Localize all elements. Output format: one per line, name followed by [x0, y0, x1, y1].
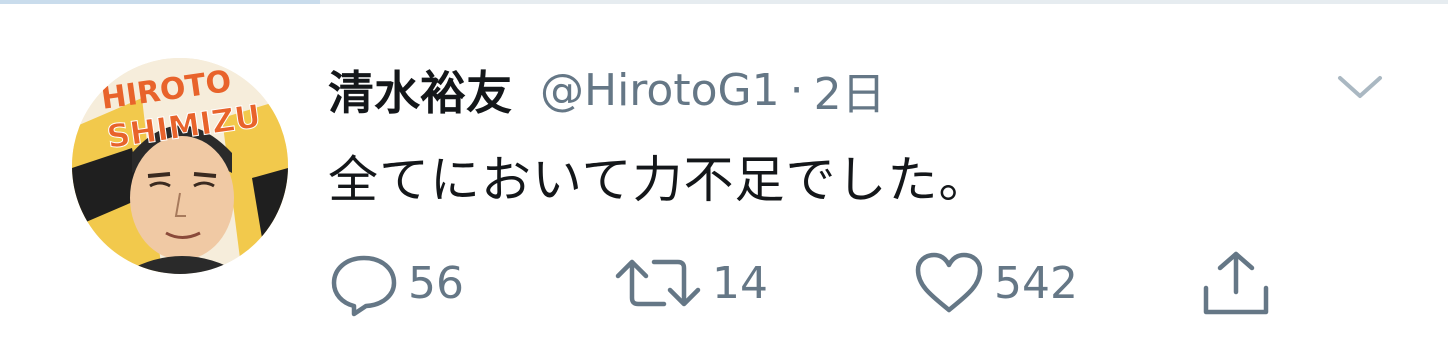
chevron-down-icon[interactable] — [1332, 66, 1388, 106]
avatar[interactable]: HIROTO SHIMIZU — [72, 58, 288, 274]
author-handle[interactable]: @HirotoG1 — [540, 65, 780, 116]
tweet-text: 全てにおいて力不足でした。 — [328, 151, 990, 209]
tweet-timestamp[interactable]: 2日 — [814, 58, 886, 122]
reply-button[interactable]: 56 — [328, 248, 464, 318]
like-count: 542 — [994, 257, 1078, 309]
retweet-count: 14 — [712, 257, 768, 309]
tweet-actions: 56 14 542 — [328, 248, 1328, 318]
share-icon — [1198, 248, 1274, 318]
avatar-illustration: HIROTO SHIMIZU — [72, 58, 288, 274]
retweet-icon — [614, 248, 704, 318]
share-button[interactable] — [1198, 248, 1274, 318]
top-divider-accent — [0, 0, 320, 4]
speech-bubble-icon — [328, 248, 400, 318]
tweet-header: 清水裕友 @HirotoG1 · 2日 — [328, 57, 886, 123]
top-divider — [0, 0, 1448, 4]
separator-dot: · — [789, 64, 804, 116]
like-button[interactable]: 542 — [912, 248, 1078, 318]
retweet-button[interactable]: 14 — [614, 248, 768, 318]
heart-icon — [912, 248, 986, 318]
author-name[interactable]: 清水裕友 — [328, 57, 512, 123]
reply-count: 56 — [408, 257, 464, 309]
